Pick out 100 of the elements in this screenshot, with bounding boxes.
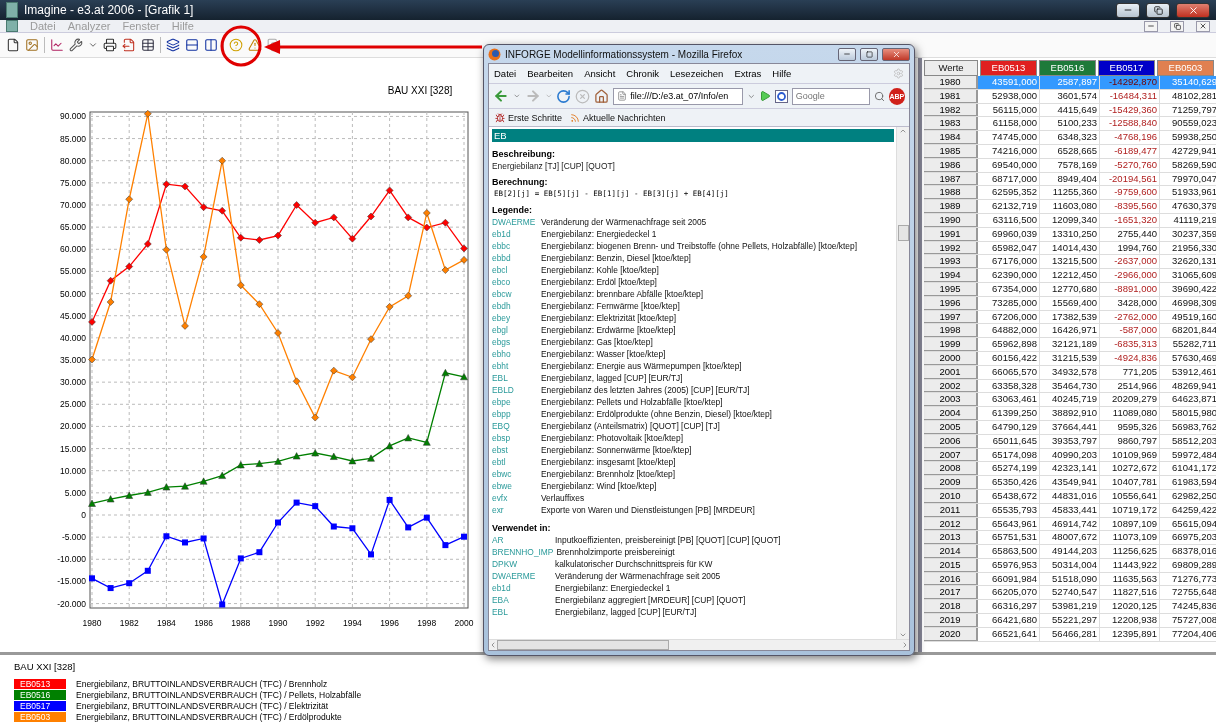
table-row[interactable]: 2005 64790,129 37664,441 9595,326 56983,762 bbox=[924, 420, 1216, 435]
vertical-scrollbar[interactable] bbox=[896, 127, 909, 639]
printer-icon[interactable] bbox=[103, 38, 117, 52]
caret-icon[interactable] bbox=[513, 92, 521, 100]
table-row[interactable]: 1984 74745,000 6348,323 -4768,196 59938,250 bbox=[924, 131, 1216, 145]
table-row[interactable]: 2020 66521,641 56466,281 12395,891 77204,406 bbox=[924, 627, 1216, 642]
table-row[interactable]: 2002 63358,328 35464,730 2514,966 48269,941 bbox=[924, 379, 1216, 394]
table-row[interactable]: 1988 62595,352 11255,360 -9759,600 51933,961 bbox=[924, 186, 1216, 201]
table-row[interactable]: 1980 43591,000 2587,897 -14292,870 35140,629 bbox=[924, 76, 1216, 90]
menu-item[interactable]: Extras bbox=[734, 68, 762, 79]
scrollbar-thumb[interactable] bbox=[897, 225, 909, 241]
variable-link[interactable]: EBA bbox=[492, 594, 555, 606]
variable-link[interactable]: EBQ bbox=[492, 420, 541, 432]
variable-link[interactable]: ebgs bbox=[492, 336, 541, 348]
search-button[interactable] bbox=[873, 90, 885, 102]
close-button[interactable] bbox=[882, 47, 910, 61]
table-row[interactable]: 1995 67354,000 12770,680 -8891,000 39690,422 bbox=[924, 282, 1216, 297]
column-header[interactable]: EB0516 bbox=[1039, 60, 1096, 76]
table-row[interactable]: 1999 65962,898 32121,189 -6835,313 55282,711 bbox=[924, 338, 1216, 352]
picture-icon[interactable] bbox=[25, 38, 39, 52]
back-button[interactable] bbox=[493, 88, 509, 104]
table-row[interactable]: 1981 52938,000 3601,574 -16484,311 48102,281 bbox=[924, 89, 1216, 104]
close-button[interactable] bbox=[1196, 20, 1210, 32]
table-row[interactable]: 2012 65643,961 46914,742 10897,109 65615,094 bbox=[924, 517, 1216, 532]
variable-link[interactable]: DWAERME bbox=[492, 570, 555, 582]
variable-link[interactable]: ebco bbox=[492, 276, 541, 288]
variable-link[interactable]: exr bbox=[492, 504, 541, 516]
column-header[interactable]: EB0513 bbox=[980, 60, 1037, 76]
menu-item[interactable]: Lesezeichen bbox=[670, 68, 724, 79]
table-row[interactable]: 2015 65976,953 50314,004 11443,922 69809,289 bbox=[924, 558, 1216, 573]
table-row[interactable]: 2000 60156,422 31215,539 -4924,836 57630,469 bbox=[924, 351, 1216, 366]
minimize-button[interactable] bbox=[838, 47, 856, 61]
variable-link[interactable]: ebbd bbox=[492, 252, 541, 264]
go-button[interactable] bbox=[759, 90, 772, 102]
variable-link[interactable]: ebdh bbox=[492, 300, 541, 312]
variable-link[interactable]: ebcw bbox=[492, 288, 541, 300]
variable-link[interactable]: EBL bbox=[492, 606, 555, 618]
variable-link[interactable]: ebpp bbox=[492, 408, 541, 420]
table-row[interactable]: 2009 65350,426 43549,941 10407,781 61983,594 bbox=[924, 476, 1216, 490]
table-row[interactable]: 1990 63116,500 12099,340 -1651,320 41119,219 bbox=[924, 213, 1216, 228]
variable-link[interactable]: AR bbox=[492, 534, 555, 546]
table-row[interactable]: 1993 67176,000 13215,500 -2637,000 32620,131 bbox=[924, 255, 1216, 270]
variable-link[interactable]: ebho bbox=[492, 348, 541, 360]
table-row[interactable]: 1992 65982,047 14014,430 1994,760 21956,330 bbox=[924, 241, 1216, 256]
table-row[interactable]: 2014 65863,500 49144,203 11256,625 68378,016 bbox=[924, 545, 1216, 559]
variable-link[interactable]: ebwe bbox=[492, 480, 541, 492]
variable-link[interactable]: ebpe bbox=[492, 396, 541, 408]
columns-icon[interactable] bbox=[204, 38, 218, 52]
help-icon[interactable] bbox=[229, 38, 243, 52]
search-field[interactable]: Google bbox=[791, 87, 870, 105]
variable-link[interactable]: EBL bbox=[492, 372, 541, 384]
variable-link[interactable]: ebbc bbox=[492, 240, 541, 252]
variable-link[interactable]: eb1d bbox=[492, 582, 555, 594]
bookmark-link[interactable]: Erste Schritte bbox=[495, 112, 563, 123]
variable-link[interactable]: ebcl bbox=[492, 264, 541, 276]
menu-item[interactable]: Chronik bbox=[626, 68, 660, 79]
menu-item[interactable]: Hilfe bbox=[772, 68, 792, 79]
table-row[interactable]: 2011 65535,793 45833,441 10719,172 64259,422 bbox=[924, 503, 1216, 518]
variable-link[interactable]: ebst bbox=[492, 444, 541, 456]
variable-link[interactable]: eb1d bbox=[492, 228, 541, 240]
export-icon[interactable] bbox=[122, 38, 136, 52]
table-row[interactable]: 1985 74216,000 6528,665 -6189,477 42729,941 bbox=[924, 145, 1216, 159]
table-row[interactable]: 2010 65438,672 44831,016 10556,641 62982,250 bbox=[924, 489, 1216, 504]
variable-link[interactable]: ebey bbox=[492, 312, 541, 324]
table-row[interactable]: 1994 62390,000 12212,450 -2966,000 31065,609 bbox=[924, 269, 1216, 283]
maximize-button[interactable] bbox=[1146, 2, 1170, 18]
variable-link[interactable]: ebtl bbox=[492, 456, 541, 468]
variable-link[interactable]: ebwc bbox=[492, 468, 541, 480]
scroll-up-icon[interactable] bbox=[899, 127, 907, 135]
wrench-icon[interactable] bbox=[69, 38, 83, 52]
table-row[interactable]: 2013 65751,531 48007,672 11073,109 66975,203 bbox=[924, 531, 1216, 546]
table-row[interactable]: 1987 68717,000 8949,404 -20194,561 79970,047 bbox=[924, 172, 1216, 187]
table-row[interactable]: 1991 69960,039 13310,250 2755,440 30237,359 bbox=[924, 227, 1216, 242]
variable-link[interactable]: DWAERME bbox=[492, 216, 541, 228]
table-row[interactable]: 2016 66091,984 51518,090 11635,563 71276,773 bbox=[924, 572, 1216, 587]
scroll-right-icon[interactable] bbox=[901, 641, 909, 649]
variable-link[interactable]: ebgl bbox=[492, 324, 541, 336]
table-row[interactable]: 2007 65174,098 40990,203 10109,969 59972,484 bbox=[924, 448, 1216, 463]
table-icon[interactable] bbox=[141, 38, 155, 52]
horizontal-scrollbar[interactable] bbox=[489, 639, 909, 650]
variable-link[interactable]: evfx bbox=[492, 492, 541, 504]
variable-link[interactable]: ebht bbox=[492, 360, 541, 372]
table-row[interactable]: 2006 65011,645 39353,797 9860,797 58512,203 bbox=[924, 434, 1216, 449]
variable-link[interactable]: BRENNHO_IMP bbox=[492, 546, 557, 558]
home-button[interactable] bbox=[594, 88, 610, 104]
table-row[interactable]: 1997 67206,000 17382,539 -2762,000 49519,160 bbox=[924, 310, 1216, 325]
table-row[interactable]: 1989 62132,719 11603,080 -8395,560 47630,379 bbox=[924, 200, 1216, 214]
minimize-button[interactable] bbox=[1116, 2, 1140, 18]
table-row[interactable]: 2017 66205,070 52740,547 11827,516 72755,648 bbox=[924, 586, 1216, 601]
table-row[interactable]: 1996 73285,000 15569,400 3428,000 46998,309 bbox=[924, 296, 1216, 311]
menu-item[interactable]: Bearbeiten bbox=[527, 68, 574, 79]
url-field[interactable]: file:///D:/e3.at_07/Info/en bbox=[613, 87, 743, 105]
table-row[interactable]: 2008 65274,199 42323,141 10272,672 61041,172 bbox=[924, 462, 1216, 477]
scroll-down-icon[interactable] bbox=[899, 631, 907, 639]
bookmark-link[interactable]: Aktuelle Nachrichten bbox=[570, 112, 666, 123]
table-row[interactable]: 1998 64882,000 16426,971 -587,000 68201,844 bbox=[924, 324, 1216, 339]
menu-item[interactable]: Ansicht bbox=[584, 68, 616, 79]
reload-button[interactable] bbox=[556, 88, 572, 104]
scroll-left-icon[interactable] bbox=[489, 641, 497, 649]
variable-link[interactable]: EBLD bbox=[492, 384, 541, 396]
